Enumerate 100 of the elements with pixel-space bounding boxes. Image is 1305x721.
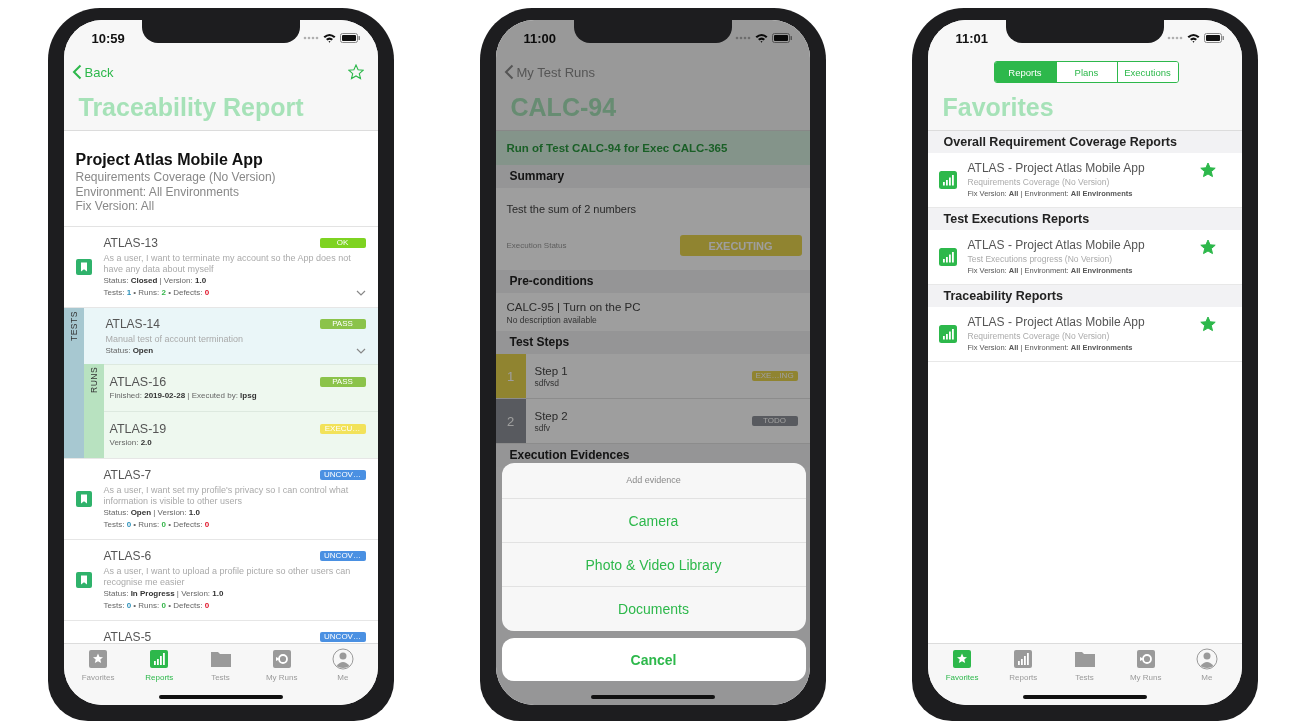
- star-icon[interactable]: [347, 64, 364, 80]
- counts-line: Tests: 1 • Runs: 2 • Defects: 0: [103, 286, 210, 299]
- status-time: 11:00: [523, 30, 557, 46]
- section-header: Traceability Reports: [927, 285, 1242, 307]
- tab-bar-item[interactable]: Me: [312, 648, 374, 688]
- step-number: 2: [495, 399, 526, 443]
- status-badge: EXECU…: [319, 423, 366, 434]
- tests-side-label: TESTS: [63, 307, 84, 458]
- requirement-id[interactable]: ATLAS-5: [103, 628, 152, 643]
- action-sheet-option[interactable]: Photo & Video Library: [501, 543, 806, 587]
- project-title: Project Atlas Mobile App: [75, 150, 264, 170]
- star-icon[interactable]: [1199, 239, 1216, 255]
- precondition-title: CALC-95 | Turn on the PC: [506, 301, 642, 313]
- replay-icon: [1134, 648, 1157, 670]
- test-description: Manual test of account termination: [105, 333, 245, 345]
- requirement-id[interactable]: ATLAS-7: [103, 466, 152, 483]
- bar-chart-icon: [1012, 648, 1035, 670]
- report-title[interactable]: ATLAS - Project Atlas Mobile App: [967, 237, 1200, 253]
- counts-line: Tests: 0 • Runs: 0 • Defects: 0: [103, 599, 210, 612]
- segment-tab[interactable]: Reports: [994, 62, 1056, 82]
- action-sheet-option[interactable]: Camera: [501, 499, 806, 543]
- status-line: Status: In Progress | Version: 1.0: [103, 587, 225, 600]
- bar-chart-icon: [148, 648, 171, 670]
- action-sheet-option[interactable]: Documents: [501, 587, 806, 631]
- requirement-description: As a user, I want to upload a profile picture so other users can recognise me easier: [103, 565, 352, 588]
- step-detail: sdfv: [534, 422, 552, 433]
- person-icon: [1195, 648, 1218, 670]
- step-number: 1: [495, 354, 526, 398]
- status-badge: UNCOV…: [319, 469, 366, 480]
- counts-line: Tests: 0 • Runs: 0 • Defects: 0: [103, 518, 210, 531]
- tab-bar-item[interactable]: Favorites: [67, 648, 129, 688]
- tab-bar-item[interactable]: My Runs: [1115, 648, 1177, 688]
- run-detail: Finished: 2019-02-28 | Executed by: lpsg: [109, 389, 258, 402]
- tab-bar-item[interactable]: Reports: [128, 648, 190, 688]
- test-run-row[interactable]: ATLAS-16 PASS Finished: 2019-02-28 | Executed by: lpsg: [103, 363, 378, 411]
- signal-icon: [302, 36, 319, 40]
- chevron-down-icon[interactable]: [355, 347, 366, 354]
- status-badge: PASS: [319, 376, 366, 387]
- bookmark-icon: [75, 490, 92, 507]
- tab-bar-item[interactable]: Tests: [189, 648, 252, 688]
- tab-bar-item[interactable]: My Runs: [251, 648, 313, 688]
- tab-bar-item[interactable]: Reports: [992, 648, 1054, 688]
- summary-text: Test the sum of 2 numbers: [505, 202, 638, 217]
- battery-icon: [1203, 33, 1224, 43]
- tab-bar-item[interactable]: Favorites: [931, 648, 993, 688]
- report-title[interactable]: ATLAS - Project Atlas Mobile App: [967, 160, 1200, 176]
- bar-chart-icon: [938, 247, 957, 266]
- status-badge: PASS: [319, 318, 366, 329]
- report-subtitle: Test Executions progress (No Version): [967, 253, 1114, 265]
- precondition-description: No description available: [506, 315, 598, 325]
- test-id: ATLAS-14: [105, 315, 160, 332]
- status-badge: TODO: [751, 416, 798, 426]
- run-banner: Run of Test CALC-94 for Exec CALC-365: [495, 131, 810, 165]
- chevron-down-icon[interactable]: [355, 289, 366, 296]
- status-time: 11:01: [955, 30, 989, 46]
- step-name: Step 1: [534, 364, 569, 377]
- section-header: Test Executions Reports: [927, 208, 1242, 230]
- bookmark-icon: [75, 258, 92, 275]
- report-title[interactable]: ATLAS - Project Atlas Mobile App: [967, 314, 1200, 330]
- status-badge: EXE…ING: [751, 371, 798, 381]
- requirement-id[interactable]: ATLAS-13: [103, 234, 158, 251]
- back-link[interactable]: Back: [71, 64, 114, 80]
- segment-tab[interactable]: Plans: [1055, 62, 1117, 82]
- run-detail: Version: 2.0: [109, 436, 153, 449]
- execution-status-button[interactable]: EXECUTING: [679, 235, 802, 256]
- tab-bar-item[interactable]: Tests: [1053, 648, 1116, 688]
- status-line: Status: Open | Version: 1.0: [103, 506, 201, 519]
- step-detail: sdfvsd: [534, 377, 561, 388]
- back-link[interactable]: My Test Runs: [503, 64, 595, 80]
- report-subtitle: Requirements Coverage (No Version): [967, 330, 1111, 342]
- report-detail: Requirements Coverage (No Version): [75, 170, 277, 185]
- segment-tab[interactable]: Executions: [1116, 62, 1178, 82]
- action-sheet-title: Add evidence: [501, 463, 806, 499]
- run-id: ATLAS-19: [109, 420, 167, 437]
- battery-icon: [771, 33, 792, 43]
- test-row[interactable]: ATLAS-14 PASS Manual test of account termination Status: Open: [83, 307, 378, 364]
- chevron-left-icon: [71, 64, 82, 80]
- report-subtitle: Requirements Coverage (No Version): [967, 176, 1111, 188]
- star-icon[interactable]: [1199, 162, 1216, 178]
- status-line: Status: Closed | Version: 1.0: [103, 274, 208, 287]
- test-run-row[interactable]: ATLAS-19 EXECU… Version: 2.0: [103, 410, 378, 458]
- cancel-button[interactable]: Cancel: [501, 638, 806, 681]
- step-name: Step 2: [534, 409, 569, 422]
- tab-bar-item[interactable]: Me: [1176, 648, 1238, 688]
- wifi-icon: [322, 33, 336, 43]
- section-header: Overall Requirement Coverage Reports: [927, 131, 1242, 153]
- requirement-id[interactable]: ATLAS-6: [103, 547, 152, 564]
- battery-icon: [339, 33, 360, 43]
- large-title: Traceability Report: [77, 92, 305, 123]
- status-time: 10:59: [91, 30, 125, 46]
- status-line: Status: Open: [105, 344, 154, 357]
- star-icon[interactable]: [1199, 316, 1216, 332]
- requirement-description: As a user, I want to terminate my account so the App does not have any data about myself: [103, 252, 352, 275]
- bar-chart-icon: [938, 324, 957, 343]
- run-id: ATLAS-16: [109, 373, 167, 390]
- wifi-icon: [1186, 33, 1200, 43]
- large-title: Favorites: [941, 92, 1055, 123]
- bar-chart-icon: [938, 170, 957, 189]
- status-badge: UNCOV…: [319, 631, 366, 642]
- replay-icon: [270, 648, 293, 670]
